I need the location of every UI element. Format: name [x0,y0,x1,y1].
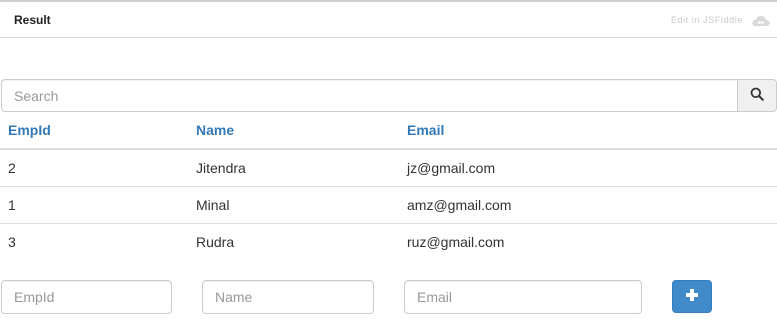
column-header-name[interactable]: Name [188,112,399,150]
result-title: Result [14,13,51,27]
column-header-email[interactable]: Email [399,112,777,150]
search-input[interactable] [1,79,737,112]
table-row: 2 Jitendra jz@gmail.com [0,149,777,187]
cell-name: Rudra [196,233,235,250]
cell-email: jz@gmail.com [399,149,777,187]
cell-email: amz@gmail.com [399,186,777,224]
employee-table: EmpId Name Email 2 Jitendra jz@gmail.com… [0,112,777,260]
cell-name: Minal [188,186,399,224]
table-header-row: EmpId Name Email [0,112,777,150]
column-header-empid[interactable]: EmpId [0,112,188,150]
cell-email: ruz@gmail.com [407,233,505,250]
table-row: 1 Minal amz@gmail.com [0,186,777,224]
cell-empid: 1 [0,186,188,224]
empid-input[interactable] [1,280,172,314]
edit-in-jsfiddle-link[interactable]: Edit in JSFiddle [671,15,743,25]
plus-icon [685,288,699,305]
email-input[interactable] [404,280,642,314]
add-employee-button[interactable] [672,280,712,313]
cell-empid: 2 [0,149,188,187]
jsfiddle-cloud-icon[interactable] [751,14,771,28]
search-button[interactable] [737,79,777,112]
cell-empid: 3 [8,233,16,250]
cell-name: Jitendra [188,149,399,187]
table-row: 3 Rudra ruz@gmail.com [0,223,777,260]
search-group [1,79,777,112]
name-input[interactable] [202,280,374,314]
result-header: Result Edit in JSFiddle [0,0,777,38]
search-icon [750,87,764,104]
